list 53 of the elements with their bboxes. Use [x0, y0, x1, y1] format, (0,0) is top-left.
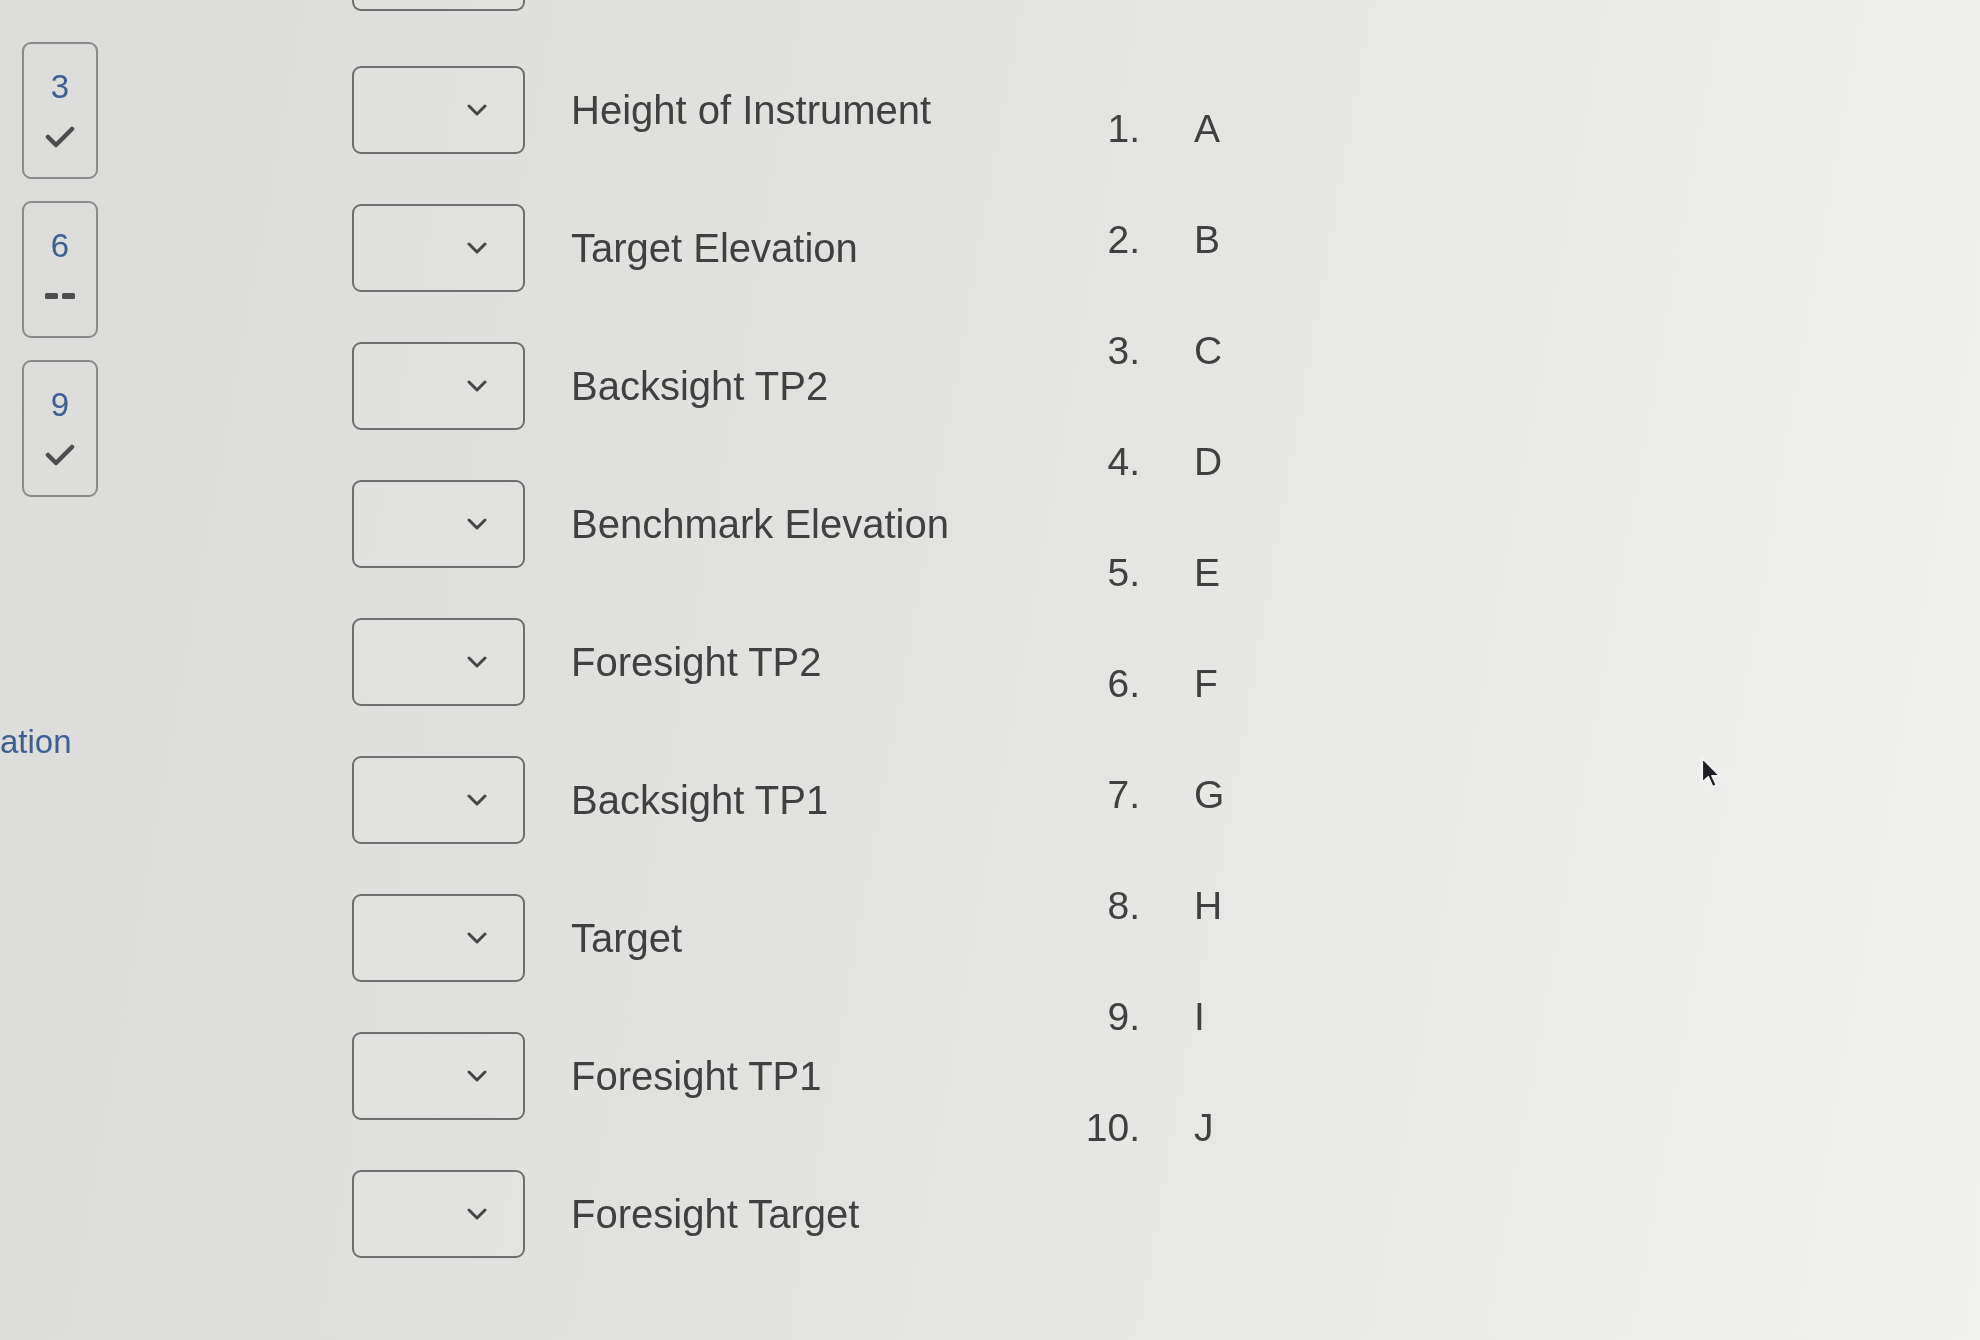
choice-text: J	[1194, 1104, 1214, 1151]
dropdown[interactable]	[352, 342, 525, 430]
dropdown[interactable]	[352, 66, 525, 154]
prompt-text: Backsight TP2	[571, 363, 829, 410]
chevron-down-icon	[467, 656, 487, 668]
list-number: 10.	[1084, 1104, 1140, 1151]
list-number: 8.	[1106, 882, 1140, 929]
choice-text: D	[1194, 438, 1223, 485]
choice-text: E	[1194, 549, 1220, 596]
chevron-down-icon	[467, 380, 487, 392]
list-number: 4.	[1106, 438, 1140, 485]
question-tile[interactable]: 6	[22, 201, 98, 338]
prompt-text: Backsight TP1	[571, 777, 829, 824]
dropdown[interactable]	[352, 204, 525, 292]
list-number: 5.	[1106, 549, 1140, 596]
question-tile[interactable]: 3	[22, 42, 98, 179]
dropdown[interactable]	[352, 480, 525, 568]
prompt-text: Benchmark Elevation	[571, 501, 949, 548]
sidebar-text: ation	[0, 723, 72, 761]
choice-text: G	[1194, 771, 1225, 818]
prompt-text: Foresight Target	[571, 1191, 860, 1238]
chevron-down-icon	[467, 794, 487, 806]
list-number: 6.	[1106, 660, 1140, 707]
list-number: 3.	[1106, 327, 1140, 374]
choice-text: A	[1194, 105, 1220, 152]
dropdown[interactable]	[352, 0, 525, 11]
mouse-pointer-icon	[1700, 756, 1722, 789]
choice-text: C	[1194, 327, 1223, 374]
list-number: 2.	[1106, 216, 1140, 263]
list-number: 9.	[1106, 993, 1140, 1040]
dropdown[interactable]	[352, 618, 525, 706]
list-number: 7.	[1106, 771, 1140, 818]
dropdown[interactable]	[352, 1032, 525, 1120]
chevron-down-icon	[467, 1070, 487, 1082]
prompt-text: Height of Instrument	[571, 87, 932, 134]
dropdown[interactable]	[352, 1170, 525, 1258]
chevron-down-icon	[467, 932, 487, 944]
choice-text: B	[1194, 216, 1220, 263]
prompt-text: Target Elevation	[571, 225, 858, 272]
prompt-text: Foresight TP1	[571, 1053, 822, 1100]
chevron-down-icon	[467, 1208, 487, 1220]
dropdown[interactable]	[352, 756, 525, 844]
question-tile[interactable]: 9	[22, 360, 98, 497]
chevron-down-icon	[467, 518, 487, 530]
choice-text: H	[1194, 882, 1223, 929]
choice-text: F	[1194, 660, 1218, 707]
choice-text: I	[1194, 993, 1205, 1040]
dropdown[interactable]	[352, 894, 525, 982]
list-number: 1.	[1106, 105, 1140, 152]
chevron-down-icon	[467, 242, 487, 254]
prompt-text: Target	[571, 915, 683, 962]
prompt-text: Foresight TP2	[571, 639, 822, 686]
chevron-down-icon	[467, 104, 487, 116]
